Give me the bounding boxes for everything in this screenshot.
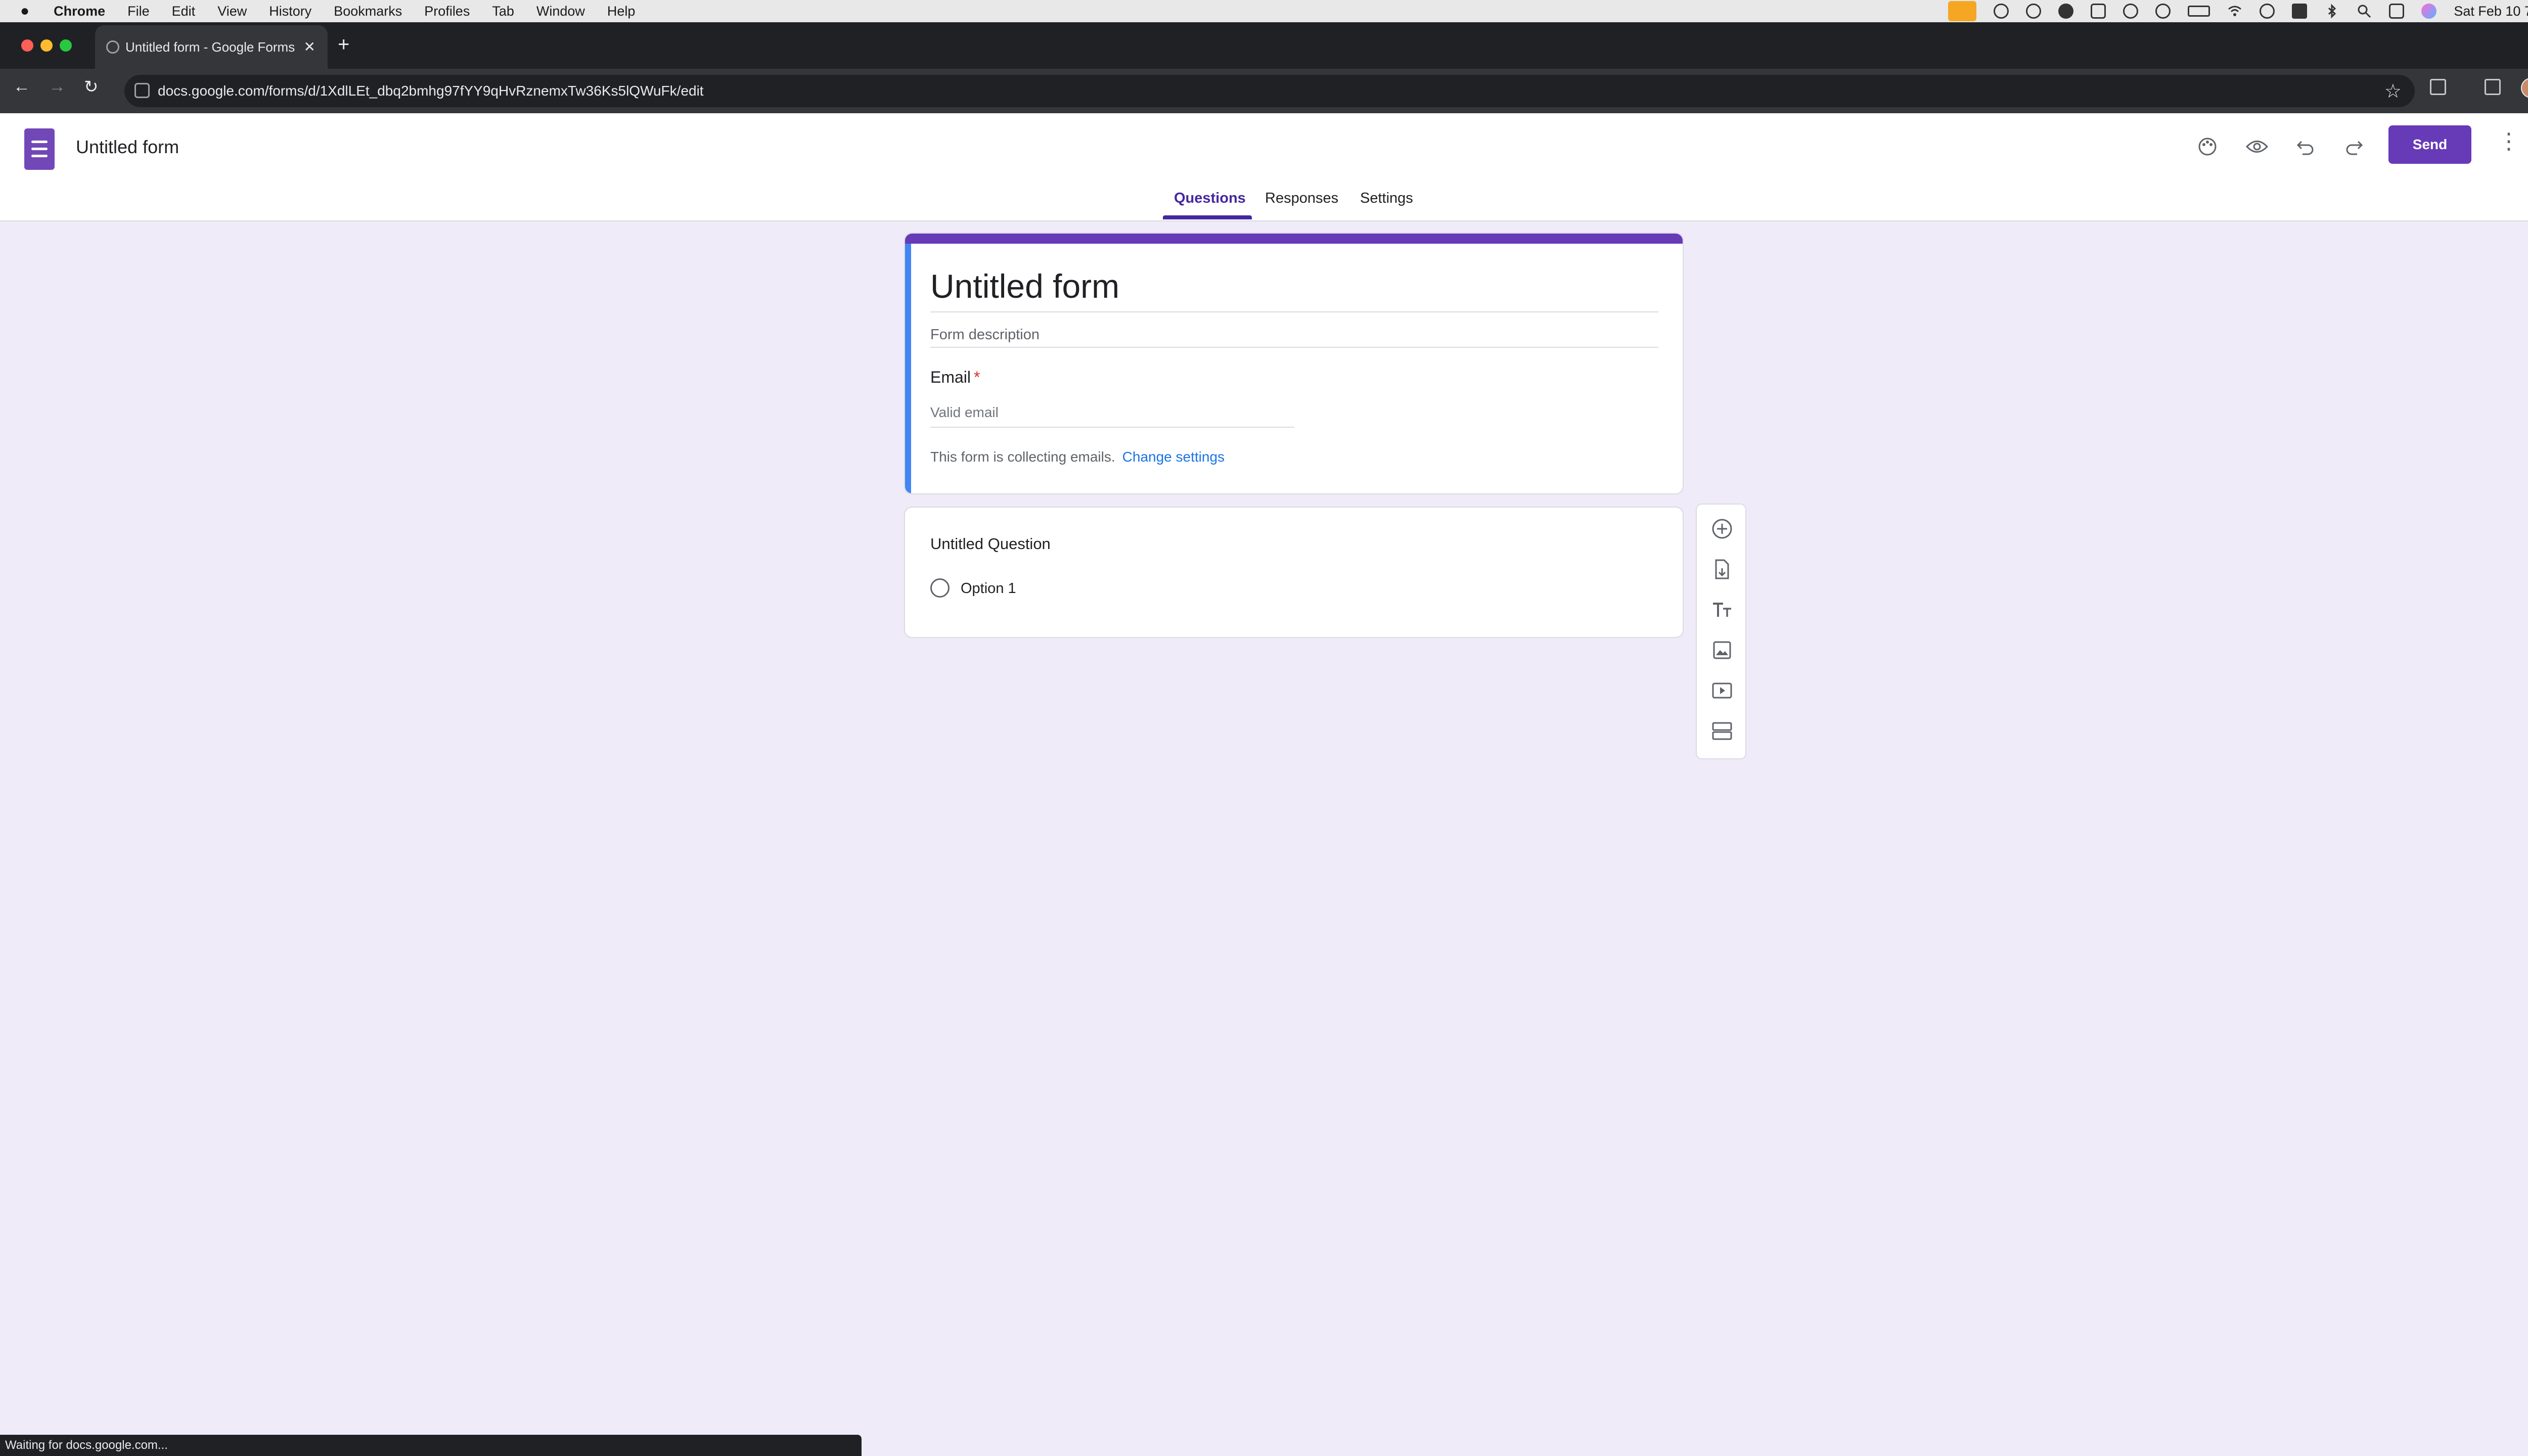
reload-icon[interactable]: ↻ (84, 77, 99, 97)
address-url[interactable]: docs.google.com/forms/d/1XdlLEt_dbq2bmhg… (158, 83, 704, 99)
import-questions-icon[interactable] (1711, 558, 1733, 580)
description-underline (930, 347, 1658, 348)
email-field[interactable]: Valid email (930, 404, 999, 421)
address-bar[interactable]: docs.google.com/forms/d/1XdlLEt_dbq2bmhg… (124, 75, 2415, 107)
bluetooth-icon[interactable] (2324, 4, 2339, 19)
apple-menu-icon[interactable]: ● (20, 3, 29, 20)
required-asterisk: * (974, 368, 980, 386)
collecting-emails-text: This form is collecting emails. (930, 449, 1115, 465)
microphone-icon[interactable] (1948, 1, 1977, 21)
redo-icon[interactable] (2339, 131, 2369, 162)
tab-settings[interactable]: Settings (1360, 190, 1413, 207)
compass-icon[interactable] (2155, 4, 2171, 19)
tab-responses[interactable]: Responses (1265, 190, 1338, 207)
card-focus-indicator (905, 244, 911, 493)
menubar-datetime[interactable]: Sat Feb 10 7:10PM (2454, 4, 2528, 19)
menu-tab[interactable]: Tab (492, 4, 514, 19)
browser-tab-strip (0, 22, 2528, 69)
grammarly-icon[interactable] (1994, 4, 2009, 19)
keyboard-input-icon[interactable] (2292, 4, 2308, 19)
window-minimize-button[interactable] (40, 39, 53, 52)
card-accent-bar (905, 234, 1683, 244)
spotlight-search-icon[interactable] (2357, 4, 2372, 19)
tab-title: Untitled form - Google Forms (125, 39, 295, 55)
change-settings-link[interactable]: Change settings (1122, 449, 1225, 465)
tab-favicon-icon (106, 40, 119, 54)
undo-icon[interactable] (2290, 131, 2321, 162)
add-section-icon[interactable] (1711, 720, 1733, 742)
title-underline (930, 311, 1658, 312)
radio-option-icon[interactable] (930, 578, 950, 598)
clock-icon[interactable] (2260, 4, 2275, 19)
battery-icon[interactable] (2188, 6, 2210, 17)
more-options-icon[interactable]: ⋮ (2498, 128, 2520, 154)
control-center-icon[interactable] (2389, 4, 2405, 19)
tab-close-icon[interactable]: ✕ (304, 38, 315, 55)
browser-tab-active[interactable]: Untitled form - Google Forms ✕ (95, 25, 328, 69)
email-label-text: Email (930, 368, 971, 386)
document-title[interactable]: Untitled form (76, 136, 179, 158)
menu-view[interactable]: View (217, 4, 247, 19)
google-forms-logo-icon[interactable] (24, 128, 55, 170)
active-tab-indicator (1163, 215, 1252, 219)
add-video-icon[interactable] (1711, 679, 1733, 702)
preview-eye-icon[interactable] (2242, 131, 2272, 162)
record-icon[interactable] (2058, 4, 2074, 19)
forward-arrow-icon[interactable]: → (49, 77, 66, 97)
extensions-icon[interactable] (2430, 79, 2446, 95)
collecting-emails-notice: This form is collecting emails. Change se… (930, 449, 1225, 465)
email-underline (930, 427, 1294, 428)
window-zoom-button[interactable] (60, 39, 72, 52)
menu-file[interactable]: File (127, 4, 150, 19)
send-button[interactable]: Send (2388, 125, 2471, 164)
menu-bookmarks[interactable]: Bookmarks (334, 4, 402, 19)
menubar-status-area: Sat Feb 10 7:10PM (1948, 0, 2528, 22)
back-arrow-icon[interactable]: ← (13, 77, 30, 97)
add-image-icon[interactable] (1711, 639, 1733, 661)
forms-header: Untitled form Send ⋮ Questions Responses… (0, 113, 2528, 221)
form-description-input[interactable]: Form description (930, 327, 1040, 343)
customize-theme-icon[interactable] (2192, 131, 2223, 162)
question-card[interactable]: Untitled Question Option 1 (904, 507, 1684, 638)
play-icon[interactable] (2123, 4, 2139, 19)
site-info-icon[interactable] (134, 83, 150, 98)
menu-edit[interactable]: Edit (172, 4, 196, 19)
menu-history[interactable]: History (269, 4, 311, 19)
macos-menubar: ● Chrome File Edit View History Bookmark… (0, 0, 2528, 22)
menu-window[interactable]: Window (536, 4, 585, 19)
menu-help[interactable]: Help (607, 4, 636, 19)
form-title-input[interactable]: Untitled form (930, 267, 1119, 305)
menu-app-name[interactable]: Chrome (54, 4, 105, 19)
new-tab-button[interactable]: + (338, 33, 349, 56)
question-title[interactable]: Untitled Question (930, 535, 1051, 553)
floating-add-toolbar (1696, 504, 1746, 759)
menu-profiles[interactable]: Profiles (424, 4, 470, 19)
window-close-button[interactable] (21, 39, 33, 52)
form-title-card[interactable]: Untitled form Form description Email * Va… (904, 233, 1684, 494)
browser-status-bar: Waiting for docs.google.com... (0, 1435, 862, 1456)
option-1-label[interactable]: Option 1 (961, 580, 1016, 597)
wifi-icon[interactable] (2227, 4, 2242, 19)
add-title-description-icon[interactable] (1711, 599, 1733, 621)
tab-questions[interactable]: Questions (1174, 190, 1246, 207)
screen-icon[interactable] (2091, 4, 2106, 19)
bookmark-star-icon[interactable]: ☆ (2384, 80, 2402, 103)
side-panel-icon[interactable] (2485, 79, 2501, 95)
siri-icon[interactable] (2421, 4, 2437, 19)
email-field-label: Email * (930, 368, 980, 387)
add-question-icon[interactable] (1711, 518, 1733, 540)
sync-icon[interactable] (2026, 4, 2042, 19)
